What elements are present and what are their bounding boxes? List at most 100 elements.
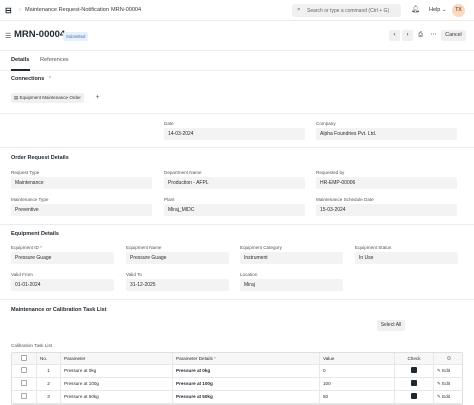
parameter-details-cell[interactable]: Pressure at 0kg	[173, 365, 320, 377]
maintenance-type-field[interactable]: Preventive	[11, 204, 152, 216]
value-cell[interactable]: 50	[320, 391, 395, 403]
edit-row-button[interactable]: ✎ Edit	[434, 378, 462, 390]
tab-references[interactable]: References	[40, 57, 69, 63]
equipment-category-label: Equipment Category	[240, 245, 282, 250]
plant-field[interactable]: Miraj_MIDC	[164, 204, 305, 216]
gear-icon[interactable]: ⚙	[447, 356, 452, 362]
edit-label: Edit	[442, 394, 451, 399]
date-field[interactable]: 14-03-2024	[164, 128, 305, 140]
print-button[interactable]: ⎙	[415, 30, 426, 41]
date-label: Date	[164, 121, 174, 126]
edit-row-button[interactable]: ✎ Edit	[434, 365, 462, 377]
chevron-up-icon[interactable]: ⌃	[48, 76, 52, 82]
breadcrumb-document[interactable]: MRN-00004	[111, 7, 141, 13]
row-checkbox[interactable]	[21, 380, 27, 387]
check-cell[interactable]	[395, 378, 434, 390]
column-header-parameter: Parameter	[61, 353, 173, 364]
value-cell[interactable]: 100	[320, 378, 395, 390]
valid-from-label: Valid From	[11, 272, 33, 277]
task-list-heading: Maintenance or Calibration Task List	[11, 307, 107, 313]
valid-to-field[interactable]: 31-12-2025	[126, 279, 229, 291]
check-checkbox[interactable]	[411, 393, 417, 400]
row-select-cell[interactable]	[12, 391, 37, 403]
table-row: 2 Pressure at 100g Pressure at 100g 100 …	[12, 378, 462, 391]
equipment-id-field[interactable]: Pressure Guage	[11, 252, 114, 264]
schedule-date-field[interactable]: 15-03-2024	[316, 204, 457, 216]
column-settings[interactable]: ⚙	[434, 353, 462, 364]
value-cell[interactable]: 0	[320, 365, 395, 377]
row-checkbox[interactable]	[21, 367, 27, 374]
row-select-cell[interactable]	[12, 365, 37, 377]
avatar[interactable]: TX	[452, 4, 465, 17]
previous-doc-button[interactable]: ‹	[389, 30, 400, 41]
maintenance-type-label: Maintenance Type	[11, 197, 49, 202]
parameter-cell[interactable]: Pressure at 0kg	[61, 365, 173, 377]
request-type-field[interactable]: Maintenance	[11, 177, 152, 189]
task-table-caption: Calibration Task List	[11, 343, 53, 348]
app-logo-icon[interactable]: ⊟	[5, 6, 15, 15]
status-badge: Submitted	[63, 32, 89, 41]
equipment-id-label: Equipment ID *	[11, 245, 42, 250]
add-connection-button[interactable]: +	[93, 93, 102, 103]
search-icon: ⌕	[297, 6, 301, 13]
check-checkbox[interactable]	[411, 380, 417, 387]
row-checkbox[interactable]	[21, 393, 27, 400]
connections-heading[interactable]: Connections	[11, 76, 44, 82]
page-header: ☰ MRN-00004 Submitted ‹ › ⎙ ⋯ Cancel	[0, 21, 474, 51]
check-checkbox[interactable]	[411, 367, 417, 374]
row-select-cell[interactable]	[12, 378, 37, 390]
chevron-left-icon: ‹	[393, 32, 396, 38]
connection-link-button[interactable]: ▤ Equipment Maintenance Order	[11, 93, 84, 103]
parameter-cell[interactable]: Pressure at 100g	[61, 378, 173, 390]
equipment-status-label: Equipment Status	[355, 245, 392, 250]
divider	[0, 113, 474, 114]
tab-details[interactable]: Details	[11, 57, 29, 63]
form-tabs: Details References	[0, 51, 474, 71]
equipment-name-field[interactable]: Pressure Guage	[126, 252, 229, 264]
next-doc-button[interactable]: ›	[402, 30, 413, 41]
department-field[interactable]: Production - AFPL	[164, 177, 305, 189]
parameter-cell[interactable]: Pressure at 50kg	[61, 391, 173, 403]
notification-bell-icon[interactable]: 🔔︎	[411, 5, 420, 13]
column-header-value: Value	[320, 353, 395, 364]
check-cell[interactable]	[395, 365, 434, 377]
equipment-id-label-text: Equipment ID	[11, 245, 39, 250]
page-title: MRN-00004	[14, 29, 66, 40]
column-header-no: No.	[37, 353, 61, 364]
breadcrumb-doctype[interactable]: Maintenance Request-Notification	[25, 7, 109, 13]
valid-from-field[interactable]: 01-01-2024	[11, 279, 114, 291]
plus-icon: +	[95, 94, 100, 101]
edit-label: Edit	[442, 368, 451, 373]
breadcrumb-separator-icon: ›	[19, 7, 21, 13]
search-input[interactable]: Search or type a command (Ctrl + G)	[307, 8, 389, 14]
schedule-date-label: Maintenance Schedule Date	[316, 197, 374, 202]
valid-to-label: Valid To	[126, 272, 142, 277]
header-select-cell[interactable]	[12, 353, 37, 364]
divider	[0, 147, 474, 148]
pencil-icon: ✎	[437, 381, 441, 386]
request-type-label: Request Type	[11, 170, 40, 175]
check-cell[interactable]	[395, 391, 434, 403]
equipment-status-field[interactable]: In Use	[355, 252, 458, 264]
more-actions-button[interactable]: ⋯	[428, 30, 439, 41]
equipment-category-field[interactable]: Instrument	[240, 252, 343, 264]
search-bar[interactable]: ⌕ Search or type a command (Ctrl + G)	[292, 4, 401, 17]
requested-by-label: Requested by	[316, 170, 345, 175]
edit-row-button[interactable]: ✎ Edit	[434, 391, 462, 403]
parameter-details-cell[interactable]: Pressure at 50kg	[173, 391, 320, 403]
requested-by-field[interactable]: HR-EMP-00006	[316, 177, 457, 189]
parameter-details-cell[interactable]: Pressure at 100g	[173, 378, 320, 390]
select-all-checkbox[interactable]	[21, 355, 27, 362]
company-field[interactable]: Alpha Foundries Pvt. Ltd.	[316, 128, 457, 140]
chevron-down-icon: ⌄	[441, 7, 447, 13]
sidebar-toggle-icon[interactable]: ☰	[5, 32, 11, 40]
help-dropdown[interactable]: Help ⌄	[429, 7, 446, 13]
equipment-name-label: Equipment Name	[126, 245, 162, 250]
ellipsis-icon: ⋯	[430, 32, 437, 38]
location-field[interactable]: Miraj	[240, 279, 343, 291]
connection-link-label: Equipment Maintenance Order	[19, 95, 81, 100]
table-row: 1 Pressure at 0kg Pressure at 0kg 0 ✎ Ed…	[12, 365, 462, 378]
cancel-button[interactable]: Cancel	[441, 30, 466, 41]
help-label: Help	[429, 7, 441, 13]
select-all-button[interactable]: Select All	[377, 320, 405, 331]
